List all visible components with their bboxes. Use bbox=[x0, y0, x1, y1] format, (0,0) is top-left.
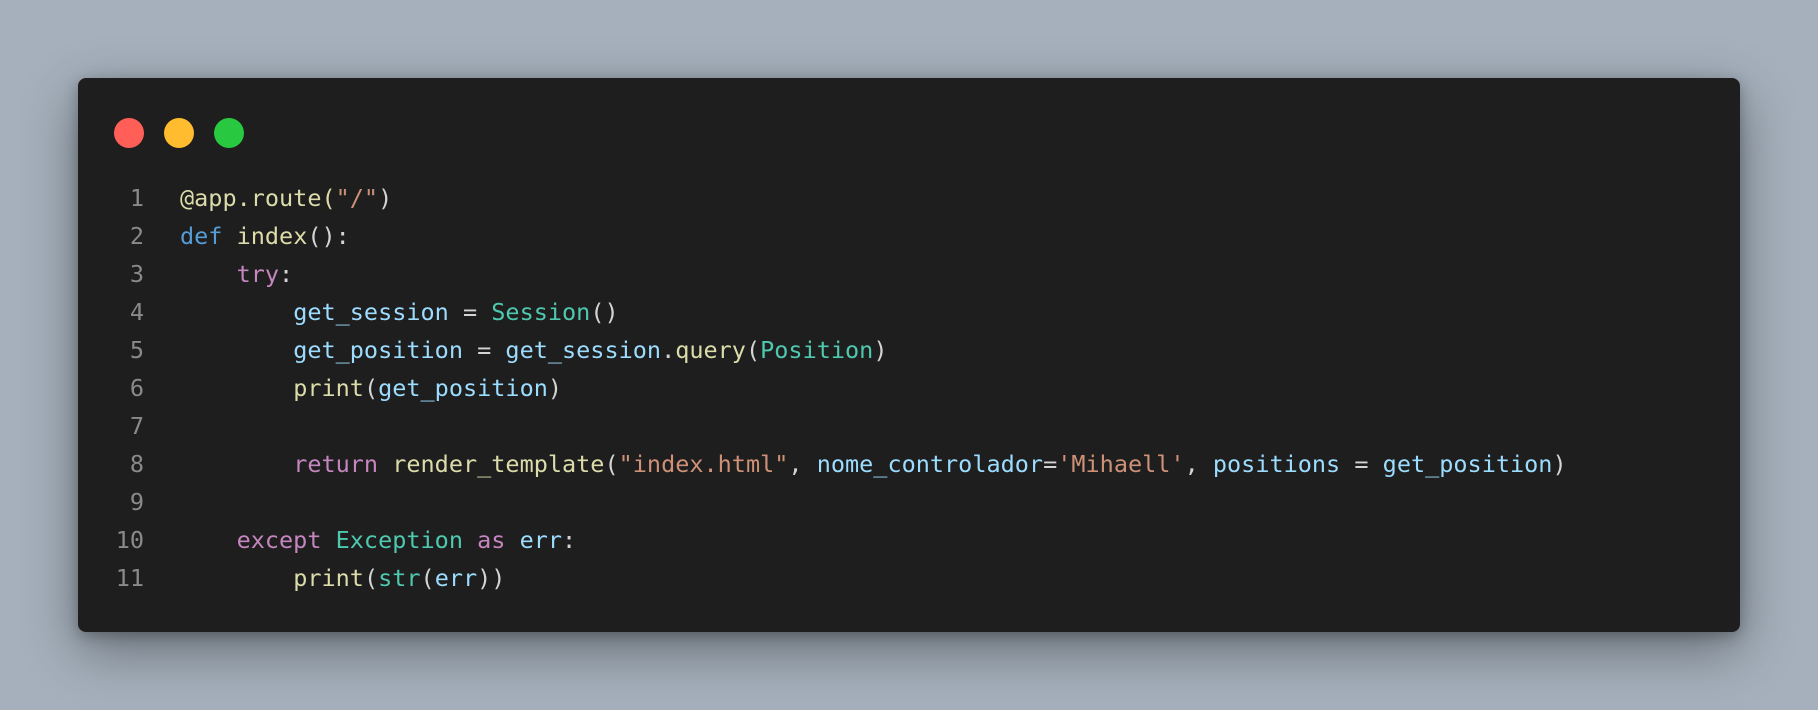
code-token: ) bbox=[873, 336, 888, 364]
line-text: def index(): bbox=[144, 217, 350, 255]
zoom-dot[interactable] bbox=[214, 118, 244, 148]
code-token: get_position bbox=[293, 336, 463, 364]
code-token: (): bbox=[307, 222, 350, 250]
line-text bbox=[144, 483, 180, 521]
code-line: 9 bbox=[78, 483, 1740, 521]
code-token: Position bbox=[760, 336, 874, 364]
line-text: except Exception as err: bbox=[144, 521, 577, 559]
code-token: )) bbox=[477, 564, 506, 592]
code-token: : bbox=[279, 260, 294, 288]
line-number: 5 bbox=[129, 336, 144, 364]
line-text: try: bbox=[144, 255, 294, 293]
line-text: return render_template("index.html", nom… bbox=[144, 445, 1567, 483]
code-token: def bbox=[180, 222, 223, 250]
line-text: get_position = get_session.query(Positio… bbox=[144, 331, 887, 369]
code-token: ( bbox=[604, 450, 619, 478]
code-token: print bbox=[293, 374, 364, 402]
code-line: 1 @app.route("/") bbox=[78, 179, 1740, 217]
code-token: ) bbox=[1552, 450, 1567, 478]
code-token: = bbox=[448, 298, 492, 326]
line-number: 4 bbox=[129, 298, 144, 326]
line-number: 9 bbox=[129, 488, 144, 516]
line-text: get_session = Session() bbox=[144, 293, 619, 331]
line-number: 6 bbox=[129, 374, 144, 402]
code-token: render_template bbox=[392, 450, 605, 478]
code-token: Exception bbox=[335, 526, 463, 554]
minimize-dot[interactable] bbox=[164, 118, 194, 148]
code-token: @app.route( bbox=[180, 184, 336, 212]
code-token: ( bbox=[420, 564, 435, 592]
code-block[interactable]: 1 @app.route("/") 2 def index(): 3 try: 4 get… bbox=[78, 179, 1740, 597]
line-text: @app.route("/") bbox=[144, 179, 392, 217]
code-token: get_session bbox=[293, 298, 449, 326]
code-token: ( bbox=[363, 564, 379, 592]
code-token: positions bbox=[1212, 450, 1341, 478]
code-token: query bbox=[675, 336, 746, 364]
window-controls bbox=[114, 118, 244, 148]
line-text: print(str(err)) bbox=[144, 559, 505, 597]
code-line: 2 def index(): bbox=[78, 217, 1740, 255]
code-window: 1 @app.route("/") 2 def index(): 3 try: 4 get… bbox=[78, 78, 1740, 632]
code-line: 4 get_session = Session() bbox=[78, 293, 1740, 331]
code-token: return bbox=[293, 450, 379, 478]
close-dot[interactable] bbox=[114, 118, 144, 148]
code-token: as bbox=[477, 526, 506, 554]
code-line: 5 get_position = get_session.query(Posit… bbox=[78, 331, 1740, 369]
code-line: 8 return render_template("index.html", n… bbox=[78, 445, 1740, 483]
code-token: , bbox=[788, 450, 817, 478]
line-number: 1 bbox=[129, 184, 144, 212]
line-text: print(get_position) bbox=[144, 369, 562, 407]
code-token: "index.html" bbox=[618, 450, 789, 478]
line-number: 11 bbox=[115, 564, 144, 592]
code-token: = bbox=[462, 336, 506, 364]
code-token: except bbox=[236, 526, 322, 554]
code-token: ) bbox=[378, 184, 393, 212]
line-number: 3 bbox=[129, 260, 144, 288]
code-line: 10 except Exception as err: bbox=[78, 521, 1740, 559]
code-line: 6 print(get_position) bbox=[78, 369, 1740, 407]
line-number: 8 bbox=[129, 450, 144, 478]
code-token: err bbox=[434, 564, 478, 592]
code-line: 11 print(str(err)) bbox=[78, 559, 1740, 597]
code-token: ) bbox=[547, 374, 563, 402]
code-token: Session bbox=[491, 298, 591, 326]
code-token: get_session bbox=[505, 336, 662, 364]
code-token: 'Mihaell' bbox=[1057, 450, 1185, 478]
code-line: 3 try: bbox=[78, 255, 1740, 293]
line-text bbox=[144, 407, 180, 445]
code-token: err bbox=[519, 526, 563, 554]
code-line: 7 bbox=[78, 407, 1740, 445]
code-token: () bbox=[590, 298, 619, 326]
line-number: 7 bbox=[129, 412, 144, 440]
code-token: get_position bbox=[1382, 450, 1553, 478]
code-token: nome_controlador bbox=[816, 450, 1044, 478]
code-token: str bbox=[378, 564, 421, 592]
code-token: . bbox=[661, 336, 676, 364]
code-token: print bbox=[293, 564, 364, 592]
code-token: ( bbox=[745, 336, 761, 364]
code-token: get_position bbox=[378, 374, 548, 402]
code-token: , bbox=[1184, 450, 1213, 478]
code-token: try bbox=[236, 260, 280, 288]
code-token: = bbox=[1043, 450, 1058, 478]
code-token: : bbox=[562, 526, 577, 554]
code-token: index bbox=[236, 222, 308, 250]
code-token: ( bbox=[363, 374, 379, 402]
code-token: "/" bbox=[335, 184, 379, 212]
line-number: 2 bbox=[129, 222, 144, 250]
code-token: = bbox=[1340, 450, 1383, 478]
line-number: 10 bbox=[115, 526, 144, 554]
